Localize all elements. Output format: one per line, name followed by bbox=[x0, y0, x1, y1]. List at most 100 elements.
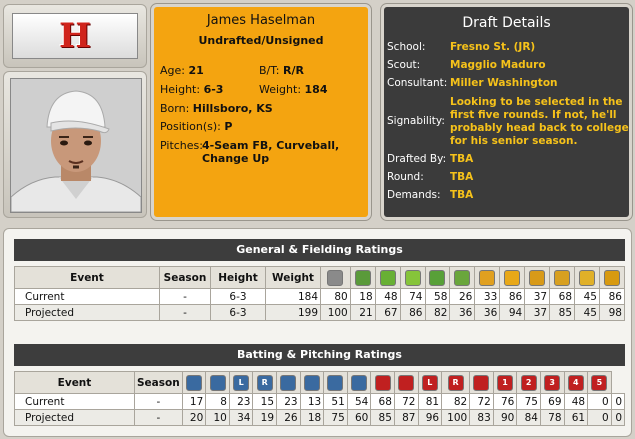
rating-cell: 75 bbox=[323, 409, 348, 426]
rating-cell: 58 bbox=[424, 288, 451, 305]
rating-cell: 83 bbox=[469, 409, 494, 426]
drafted-by-value: TBA bbox=[450, 153, 474, 165]
player-info-panel: James Haselman Undrafted/Unsigned Age: 2… bbox=[150, 3, 372, 221]
col-pitch2-icon[interactable]: 2 bbox=[516, 371, 541, 394]
col-pitch1-icon[interactable]: 1 bbox=[492, 371, 518, 394]
rating-cell: 85 bbox=[549, 304, 576, 321]
col-shield-icon[interactable] bbox=[449, 266, 476, 289]
col-stuff-icon[interactable] bbox=[370, 371, 395, 394]
col-contact-icon[interactable] bbox=[181, 371, 207, 394]
rating-cell: 10 bbox=[205, 409, 230, 426]
rating-cell: 23 bbox=[276, 393, 301, 410]
col-velocity-icon[interactable] bbox=[469, 371, 494, 394]
col-plus-icon[interactable] bbox=[499, 266, 526, 289]
rating-cell: 75 bbox=[516, 393, 541, 410]
bt-label: B/T: bbox=[259, 64, 280, 77]
col-season[interactable]: Season bbox=[134, 371, 183, 394]
col-eye-icon[interactable] bbox=[276, 371, 301, 394]
age-value: 21 bbox=[188, 64, 204, 77]
batting-ratings-header: Batting & Pitching Ratings bbox=[14, 344, 625, 366]
born-label: Born: bbox=[160, 102, 190, 115]
movement-icon bbox=[398, 374, 415, 391]
col-ball-icon[interactable] bbox=[549, 266, 576, 289]
pitch1-icon: 1 bbox=[497, 374, 514, 391]
col-gap-icon[interactable] bbox=[299, 371, 325, 394]
row-weight: 184 bbox=[265, 288, 321, 305]
signability-line-2: first five rounds. If not, he'll bbox=[450, 109, 617, 121]
col-height[interactable]: Height bbox=[210, 266, 266, 289]
col-power-icon[interactable] bbox=[205, 371, 230, 394]
draft-details-title: Draft Details bbox=[462, 15, 551, 31]
table-row[interactable]: Current -6-3 184 80 18 48 74 58 26 33 86 37 68 45 86 bbox=[14, 288, 626, 305]
scout-value: Magglio Maduro bbox=[450, 59, 546, 71]
rating-cell: 82 bbox=[441, 393, 471, 410]
rating-cell: 21 bbox=[349, 304, 376, 321]
pitch4-icon: 4 bbox=[567, 374, 584, 391]
col-medal-icon[interactable] bbox=[574, 266, 600, 289]
col-camera-icon[interactable] bbox=[323, 371, 348, 394]
batting-ratings-table: Event Season LRLR12345 Current -17 8 23 15 23… bbox=[14, 371, 626, 426]
rating-cell: 19 bbox=[252, 409, 278, 426]
pitches-line-1: 4-Seam FB, Curveball, bbox=[202, 139, 340, 152]
rating-cell: 84 bbox=[516, 409, 541, 426]
col-plane-icon[interactable] bbox=[349, 266, 376, 289]
rating-cell: 86 bbox=[499, 288, 526, 305]
col-letter-e-icon[interactable] bbox=[598, 266, 626, 289]
col-event[interactable]: Event bbox=[14, 371, 135, 394]
drafted-by-label: Drafted By: bbox=[387, 153, 447, 165]
col-eye-icon[interactable] bbox=[374, 266, 401, 289]
vs-left-icon: L bbox=[233, 374, 250, 391]
col-arrow-down-icon[interactable] bbox=[346, 371, 372, 394]
col-season[interactable]: Season bbox=[159, 266, 211, 289]
player-name: James Haselman bbox=[206, 13, 316, 28]
rating-cell: 81 bbox=[417, 393, 443, 410]
row-event: Projected bbox=[14, 304, 160, 321]
col-right-icon[interactable]: R bbox=[441, 371, 471, 394]
row-season: - bbox=[159, 288, 211, 305]
rating-cell: 0 bbox=[610, 393, 626, 410]
rating-cell: 100 bbox=[441, 409, 471, 426]
rating-cell: 78 bbox=[539, 409, 565, 426]
col-left-icon[interactable]: L bbox=[417, 371, 443, 394]
consultant-value: Miller Washington bbox=[450, 77, 558, 89]
gap-icon bbox=[303, 374, 320, 391]
rating-cell: 48 bbox=[563, 393, 589, 410]
col-pitch4-icon[interactable]: 4 bbox=[563, 371, 589, 394]
rating-cell: 82 bbox=[424, 304, 451, 321]
table-row[interactable]: Current -17 8 23 15 23 13 51 54 68 72 81 82 72 76 75 69 4… bbox=[14, 393, 626, 410]
col-weight[interactable]: Weight bbox=[265, 266, 321, 289]
rating-cell: 0 bbox=[587, 409, 612, 426]
signability-label: Signability: bbox=[387, 115, 445, 127]
col-target-icon[interactable] bbox=[424, 266, 451, 289]
pitch2-icon: 2 bbox=[520, 374, 537, 391]
target-icon bbox=[429, 269, 446, 286]
signability-line-3: probably head back to college bbox=[450, 122, 629, 134]
col-cap-icon[interactable] bbox=[399, 266, 426, 289]
col-bars-icon[interactable] bbox=[524, 266, 551, 289]
col-movement-icon[interactable] bbox=[393, 371, 419, 394]
rating-cell: 37 bbox=[524, 288, 551, 305]
rating-cell: 15 bbox=[252, 393, 278, 410]
col-pitch3-icon[interactable]: 3 bbox=[539, 371, 565, 394]
glove-icon bbox=[479, 269, 496, 286]
rating-cell: 76 bbox=[492, 393, 518, 410]
rating-cell: 68 bbox=[370, 393, 395, 410]
col-vs-right-icon[interactable]: R bbox=[252, 371, 278, 394]
rating-cell: 98 bbox=[598, 304, 626, 321]
col-fielding-x-icon[interactable] bbox=[320, 266, 351, 289]
rating-cell: 34 bbox=[228, 409, 254, 426]
rating-cell: 48 bbox=[374, 288, 401, 305]
stuff-icon bbox=[374, 374, 391, 391]
col-glove-icon[interactable] bbox=[474, 266, 501, 289]
rating-cell: 94 bbox=[499, 304, 526, 321]
table-row[interactable]: Projected -6-3 199 100 21 67 86 82 36 36 94 37 85 45 9… bbox=[14, 304, 626, 321]
col-pitch5-icon[interactable]: 5 bbox=[587, 371, 612, 394]
table-row[interactable]: Projected -20 10 34 19 26 18 75 60 85 87 96 100 83 90 8… bbox=[14, 409, 626, 426]
row-season: - bbox=[134, 393, 183, 410]
rating-cell: 0 bbox=[610, 409, 626, 426]
col-event[interactable]: Event bbox=[14, 266, 160, 289]
col-vs-left-icon[interactable]: L bbox=[228, 371, 254, 394]
player-photo bbox=[10, 78, 142, 213]
rating-cell: 69 bbox=[539, 393, 565, 410]
rating-cell: 68 bbox=[549, 288, 576, 305]
